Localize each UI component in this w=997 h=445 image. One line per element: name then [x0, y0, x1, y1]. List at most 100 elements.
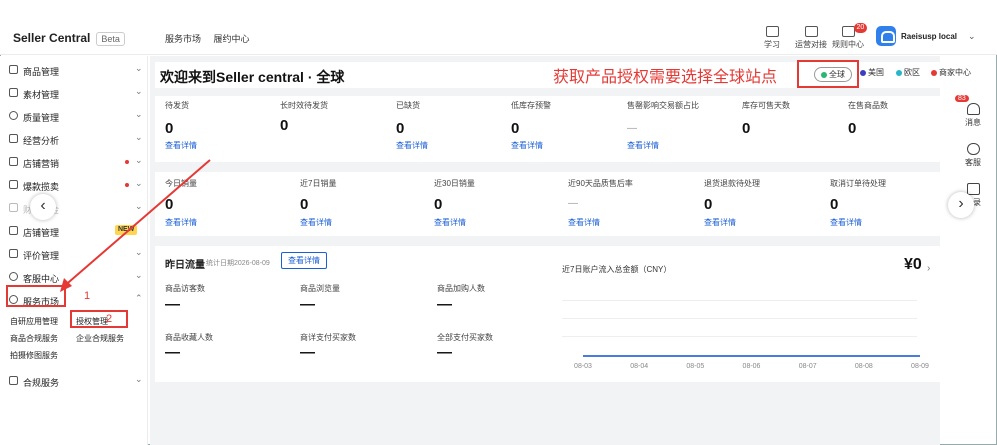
stat-label: 近7日销量: [300, 179, 337, 188]
submenu-enterprise-compliance[interactable]: 企业合规服务: [76, 333, 124, 344]
x-tick-label: 08-09: [911, 363, 929, 370]
stat-value: 0: [434, 196, 443, 213]
highlight-box-1: [6, 285, 66, 307]
stat-link[interactable]: 查看详情: [704, 217, 736, 228]
sidebar-item-hot-sales[interactable]: 爆款揽卖 ⌄: [0, 174, 148, 196]
user-name[interactable]: Raeisusp local: [901, 32, 957, 41]
stat-link[interactable]: 查看详情: [165, 140, 197, 151]
doc-icon: [966, 183, 980, 195]
traffic-label: 商品加购人数: [437, 284, 485, 293]
brand[interactable]: Seller Central Beta: [13, 31, 125, 46]
stat-label: 近30日销量: [434, 179, 475, 188]
stat-link[interactable]: 查看详情: [568, 217, 600, 228]
traffic-value: —: [437, 296, 452, 313]
learn-button[interactable]: 学习: [764, 26, 780, 50]
service-button[interactable]: 客服: [962, 143, 984, 168]
chevron-down-icon: ⌄: [135, 132, 143, 142]
grid-line: [562, 300, 917, 301]
check-icon: [9, 111, 18, 120]
submenu-photo-service[interactable]: 拍摄修图服务: [10, 350, 58, 361]
stat-link[interactable]: 查看详情: [300, 217, 332, 228]
stat-label: 长时效待发货: [280, 101, 328, 110]
store-icon: [9, 226, 18, 235]
stat-value: 0: [848, 120, 857, 137]
sidebar-item-compliance[interactable]: 合规服务 ⌄: [0, 370, 148, 392]
site-dot: [896, 69, 902, 76]
alert-dot: [125, 160, 129, 164]
stat-value: 0: [704, 196, 713, 213]
x-tick-label: 08-08: [855, 363, 873, 370]
backoffice-button[interactable]: 运营对接: [795, 26, 827, 50]
stat-label: 待发货: [165, 101, 189, 110]
top-nav: 服务市场 履约中心: [165, 32, 260, 45]
stat-label: 售罄影响交易额占比: [627, 101, 699, 110]
box-icon: [9, 65, 18, 74]
submenu-self-apps[interactable]: 自研应用管理: [10, 316, 58, 327]
stat-label: 在售商品数: [848, 101, 888, 110]
stat-label: 库存可售天数: [742, 101, 790, 110]
chart-icon: [9, 134, 18, 143]
chevron-down-icon: ⌄: [135, 178, 143, 188]
stat-link[interactable]: 查看详情: [165, 217, 197, 228]
stat-link[interactable]: 查看详情: [396, 140, 428, 151]
doc-icon: 20: [841, 23, 868, 37]
traffic-value: —: [300, 344, 315, 361]
stat-link[interactable]: 查看详情: [511, 140, 543, 151]
stat-value: 0: [830, 196, 839, 213]
stats-card-2: [155, 172, 945, 236]
stat-label: 退货退款待处理: [704, 179, 760, 188]
submenu-product-compliance[interactable]: 商品合规服务: [10, 333, 58, 344]
x-tick-label: 08-04: [630, 363, 648, 370]
sidebar-item-marketing[interactable]: 店铺营销 ⌄: [0, 151, 148, 173]
rules-badge: 20: [853, 23, 868, 33]
sidebar-item-materials[interactable]: 素材管理 ⌄: [0, 82, 148, 104]
nav-service-market[interactable]: 服务市场: [165, 34, 201, 44]
bell-icon: [966, 103, 980, 115]
traffic-value: —: [165, 344, 180, 361]
rules-button[interactable]: 20 规则中心: [832, 23, 868, 50]
chevron-down-icon: ⌄: [135, 201, 143, 211]
new-badge: NEW: [115, 225, 138, 235]
stat-link[interactable]: 查看详情: [434, 217, 466, 228]
sidebar-item-finance[interactable]: 财务资金⌄: [0, 197, 148, 219]
chevron-down-icon: ⌄: [135, 270, 143, 280]
sidebar-item-quality[interactable]: 质量管理 ⌄: [0, 105, 148, 127]
message-button[interactable]: 消息: [962, 103, 984, 128]
sidebar-item-reviews[interactable]: 评价管理 ⌄: [0, 243, 148, 265]
site-us[interactable]: 美国: [860, 67, 884, 78]
chevron-down-icon: ⌄: [135, 155, 143, 165]
traffic-label: 商品收藏人数: [165, 333, 213, 342]
sidebar-item-analytics[interactable]: 经营分析 ⌄: [0, 128, 148, 150]
chevron-down-icon: ⌄: [135, 374, 143, 384]
site-merchant[interactable]: 商家中心: [931, 67, 971, 78]
stat-link[interactable]: 查看详情: [830, 217, 862, 228]
sidebar-item-store[interactable]: 店铺管理 NEW: [0, 220, 148, 242]
stat-value: —: [568, 198, 578, 209]
traffic-date: 统计日期2026-08-09: [206, 260, 270, 267]
review-icon: [9, 249, 18, 258]
x-tick-label: 08-07: [799, 363, 817, 370]
stat-link[interactable]: 查看详情: [627, 140, 659, 151]
nav-fulfillment[interactable]: 履约中心: [214, 34, 250, 44]
page-title: 欢迎来到Seller central · 全球: [160, 69, 345, 85]
stat-label: 今日销量: [165, 179, 197, 188]
site-dot: [931, 69, 937, 76]
stat-label: 取消订单待处理: [830, 179, 886, 188]
avatar[interactable]: [876, 26, 896, 46]
sidebar-item-products[interactable]: 商品管理 ⌄: [0, 59, 148, 81]
site-dot: [821, 71, 827, 78]
top-bar: Seller Central Beta 服务市场 履约中心 学习 运营对接 20 规…: [0, 0, 997, 55]
chevron-down-icon: ⌄: [135, 109, 143, 119]
site-dot: [860, 69, 866, 76]
traffic-detail-button[interactable]: 查看详情: [281, 252, 327, 269]
chart-svg: 08-03 08-04 08-05 08-06 08-07 08-08 08-09: [574, 355, 929, 370]
stat-value: 0: [742, 120, 751, 137]
chevron-right-icon[interactable]: ›: [927, 263, 930, 274]
chevron-down-icon[interactable]: ⌄: [968, 31, 976, 42]
traffic-value: —: [437, 344, 452, 361]
prev-arrow-button[interactable]: ‹: [30, 194, 56, 220]
site-global[interactable]: 全球: [814, 67, 852, 82]
next-arrow-button[interactable]: ›: [948, 192, 974, 218]
site-eu[interactable]: 欧区: [896, 67, 920, 78]
stat-label: 已缺货: [396, 101, 420, 110]
